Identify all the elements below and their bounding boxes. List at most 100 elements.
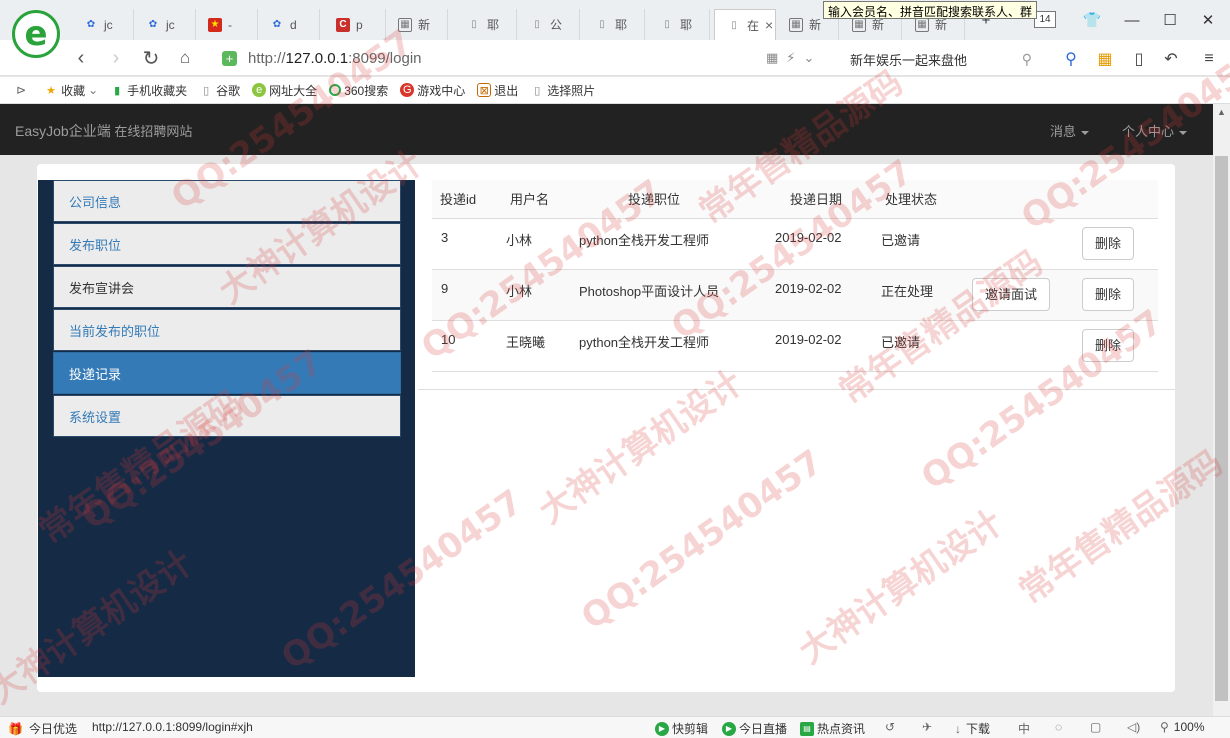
search-input[interactable]: 新年娱乐一起来盘他 ⚲ xyxy=(840,47,1040,71)
cell-invite xyxy=(972,218,1070,270)
pin-icon[interactable]: ✈ xyxy=(922,720,932,734)
forward-icon[interactable]: › xyxy=(103,46,129,70)
divider xyxy=(418,389,1175,390)
c-logo-icon: C xyxy=(336,17,350,32)
caret-down-icon xyxy=(1081,130,1090,135)
column-header-date: 投递日期 xyxy=(762,180,867,219)
tab[interactable]: ★ - xyxy=(196,9,258,40)
browser-status-bar: 🎁 今日优选 http://127.0.0.1:8099/login#xjh ▶ 快… xyxy=(0,716,1230,738)
reload-icon[interactable]: ↻ xyxy=(138,46,164,70)
skin-icon[interactable]: 👕 xyxy=(1078,8,1106,32)
home-icon[interactable]: ⌂ xyxy=(172,46,198,70)
brand[interactable]: EasyJob企业端 在线招聘网站 xyxy=(15,121,192,141)
scroll-up-icon[interactable]: ▲ xyxy=(1213,104,1230,121)
zoom-control[interactable]: ⚲ 100% xyxy=(1160,720,1205,734)
column-header-position: 投递职位 xyxy=(564,180,762,219)
address-actions[interactable]: ▦⚡⌄ xyxy=(766,50,822,66)
search-360-icon xyxy=(329,84,342,96)
bookmark-favorites[interactable]: ★ 收藏 ⌄ xyxy=(44,82,98,99)
history-icon[interactable]: ↺ xyxy=(885,720,895,734)
page-icon: ▯ xyxy=(534,19,540,30)
bookmark-item[interactable]: ▮ 手机收藏夹 xyxy=(110,82,187,99)
sidebar-item-post-seminar[interactable]: 发布宣讲会 xyxy=(53,266,401,308)
bookmark-item[interactable]: ▯ 选择照片 xyxy=(530,82,595,99)
undo-icon[interactable]: ↶ xyxy=(1160,49,1182,69)
sidebar-item-company-info[interactable]: 公司信息 xyxy=(53,180,401,222)
cell-user: 小林 xyxy=(496,269,564,321)
translate-icon[interactable]: 中 xyxy=(1018,720,1030,737)
delete-button[interactable]: 删除 xyxy=(1082,328,1135,362)
close-icon[interactable]: × xyxy=(765,17,773,33)
delivery-records-table: 投递id 用户名 投递职位 投递日期 处理状态 3 小林 python全栈开发工… xyxy=(432,180,1158,372)
status-link[interactable]: ▤ 热点资讯 xyxy=(800,720,865,737)
tab[interactable]: ▯ 公 xyxy=(518,9,580,40)
window-close-icon[interactable]: ✕ xyxy=(1194,8,1222,32)
tab[interactable]: ✿ jc xyxy=(134,9,196,40)
personal-center-dropdown[interactable]: 个人中心 xyxy=(1122,121,1188,140)
sidebar-item-current-jobs[interactable]: 当前发布的职位 xyxy=(53,309,401,351)
volume-icon[interactable]: ◁) xyxy=(1127,720,1140,734)
today-picks[interactable]: 🎁 今日优选 xyxy=(8,720,77,737)
tablet-icon[interactable]: ▯ xyxy=(1128,49,1150,69)
qr-icon[interactable]: ▦ xyxy=(766,50,786,65)
download-link[interactable]: ↓ 下载 xyxy=(955,720,990,737)
cell-position: python全栈开发工程师 xyxy=(564,218,762,270)
search-engine-icon[interactable]: ⚲ xyxy=(1060,49,1082,69)
status-link[interactable]: ▶ 快剪辑 xyxy=(655,720,708,737)
table-header-row: 投递id 用户名 投递职位 投递日期 处理状态 xyxy=(432,180,1158,219)
status-link[interactable]: ▶ 今日直播 xyxy=(722,720,787,737)
tab-active[interactable]: ▯ 在 × xyxy=(714,9,776,40)
address-toolbar: ‹ › ↻ ⌂ + http://127.0.0.1:8099/login ▦⚡… xyxy=(0,40,1230,76)
apps-icon[interactable]: ▦ xyxy=(1094,49,1116,69)
cell-date: 2019-02-02 xyxy=(762,320,867,372)
tab[interactable]: ▯ 耶 xyxy=(455,9,517,40)
browser-logo-icon[interactable]: e xyxy=(12,10,60,58)
column-header-blank xyxy=(1070,180,1158,219)
sidebar-item-settings[interactable]: 系统设置 xyxy=(53,395,401,437)
cell-invite xyxy=(972,320,1070,372)
bookmark-item[interactable]: e 网址大全 xyxy=(252,82,317,99)
bookmark-item[interactable]: 360搜索 xyxy=(329,82,388,99)
address-bar[interactable]: + http://127.0.0.1:8099/login xyxy=(222,45,757,71)
ie-icon[interactable]: ◌ xyxy=(1055,720,1062,734)
sidebar-item-post-job[interactable]: 发布职位 xyxy=(53,223,401,265)
page-scrollbar[interactable]: ▲ xyxy=(1213,104,1230,716)
app-navbar: EasyJob企业端 在线招聘网站 消息 个人中心 xyxy=(0,104,1213,155)
tab[interactable]: ✿ jc xyxy=(72,9,134,40)
invite-interview-button[interactable]: 邀请面试 xyxy=(972,277,1051,311)
cell-date: 2019-02-02 xyxy=(762,269,867,321)
chevron-down-icon[interactable]: ⌄ xyxy=(803,50,822,65)
table-row: 10 王晓曦 python全栈开发工程师 2019-02-02 已邀请 删除 xyxy=(432,320,1158,372)
tab[interactable]: ▦ 新 xyxy=(386,9,448,40)
bookmark-item[interactable]: ⊠ 退出 xyxy=(477,82,518,99)
messages-dropdown[interactable]: 消息 xyxy=(1050,121,1090,140)
paw-icon: ✿ xyxy=(86,19,96,30)
sidebar-toggle-icon[interactable]: ⊳ xyxy=(16,83,26,97)
globe-icon: e xyxy=(252,83,267,97)
window-icon[interactable]: ▢ xyxy=(1090,720,1101,734)
table-row: 9 小林 Photoshop平面设计人员 2019-02-02 正在处理 邀请面… xyxy=(432,269,1158,321)
scroll-thumb[interactable] xyxy=(1215,156,1228,701)
cell-position: python全栈开发工程师 xyxy=(564,320,762,372)
tab[interactable]: ▯ 耶 xyxy=(648,9,710,40)
search-icon[interactable]: ⚲ xyxy=(1022,51,1032,68)
maximize-icon[interactable]: ☐ xyxy=(1156,8,1184,32)
cell-delete: 删除 xyxy=(1070,269,1158,321)
bookmark-item[interactable]: G 游戏中心 xyxy=(400,82,465,99)
grid-icon: ▦ xyxy=(398,17,412,32)
delete-button[interactable]: 删除 xyxy=(1082,226,1135,260)
delete-button[interactable]: 删除 xyxy=(1082,277,1135,311)
sidebar-item-delivery-records[interactable]: 投递记录 xyxy=(53,352,401,394)
back-icon[interactable]: ‹ xyxy=(68,46,94,70)
tab[interactable]: ▯ 耶 xyxy=(583,9,645,40)
tab-count-badge[interactable]: 14 xyxy=(1034,11,1056,28)
menu-icon[interactable]: ≡ xyxy=(1198,49,1220,69)
lightning-icon[interactable]: ⚡ xyxy=(786,50,803,65)
download-icon: ↓ xyxy=(955,721,961,736)
minimize-icon[interactable]: — xyxy=(1118,8,1146,32)
game-icon: G xyxy=(400,83,415,97)
bookmark-item[interactable]: ▯ 谷歌 xyxy=(199,82,240,99)
cell-id: 10 xyxy=(432,320,496,372)
tab[interactable]: Cp xyxy=(324,9,386,40)
tab[interactable]: ✿ d xyxy=(258,9,320,40)
